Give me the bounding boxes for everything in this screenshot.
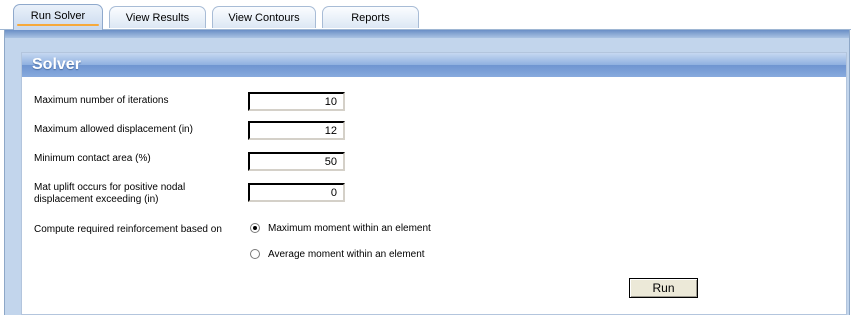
- section-title: Solver: [22, 53, 846, 77]
- tab-view-contours[interactable]: View Contours: [212, 6, 316, 28]
- radio-maximum-moment-label: Maximum moment within an element: [268, 223, 431, 234]
- mat-uplift-input[interactable]: [248, 183, 345, 202]
- tab-run-solver[interactable]: Run Solver: [13, 4, 103, 30]
- run-solver-panel: Solver Maximum number of iterations Maxi…: [4, 30, 850, 315]
- mat-uplift-label: Mat uplift occurs for positive nodal dis…: [34, 182, 185, 206]
- radio-unselected-icon[interactable]: [250, 249, 260, 260]
- max-iterations-label: Maximum number of iterations: [34, 95, 169, 106]
- max-iterations-input[interactable]: [248, 92, 345, 111]
- run-button[interactable]: Run: [629, 278, 698, 298]
- radio-average-moment-label: Average moment within an element: [268, 249, 425, 260]
- panel-top-strip: [5, 30, 849, 38]
- radio-average-moment[interactable]: Average moment within an element: [250, 249, 425, 261]
- tab-bar: Run Solver View Results View Contours Re…: [0, 0, 851, 32]
- mat-uplift-label-line2: displacement exceeding (in): [34, 194, 159, 205]
- min-contact-area-label: Minimum contact area (%): [34, 153, 151, 164]
- max-displacement-input[interactable]: [248, 121, 345, 140]
- tab-view-results[interactable]: View Results: [109, 6, 206, 28]
- solver-section: Solver Maximum number of iterations Maxi…: [21, 52, 847, 315]
- mat-uplift-label-line1: Mat uplift occurs for positive nodal: [34, 182, 186, 193]
- radio-maximum-moment[interactable]: Maximum moment within an element: [250, 223, 431, 235]
- radio-selected-icon[interactable]: [250, 223, 260, 234]
- max-displacement-label: Maximum allowed displacement (in): [34, 124, 193, 135]
- tab-reports[interactable]: Reports: [322, 6, 419, 28]
- reinforcement-label: Compute required reinforcement based on: [34, 224, 222, 235]
- min-contact-area-input[interactable]: [248, 152, 345, 171]
